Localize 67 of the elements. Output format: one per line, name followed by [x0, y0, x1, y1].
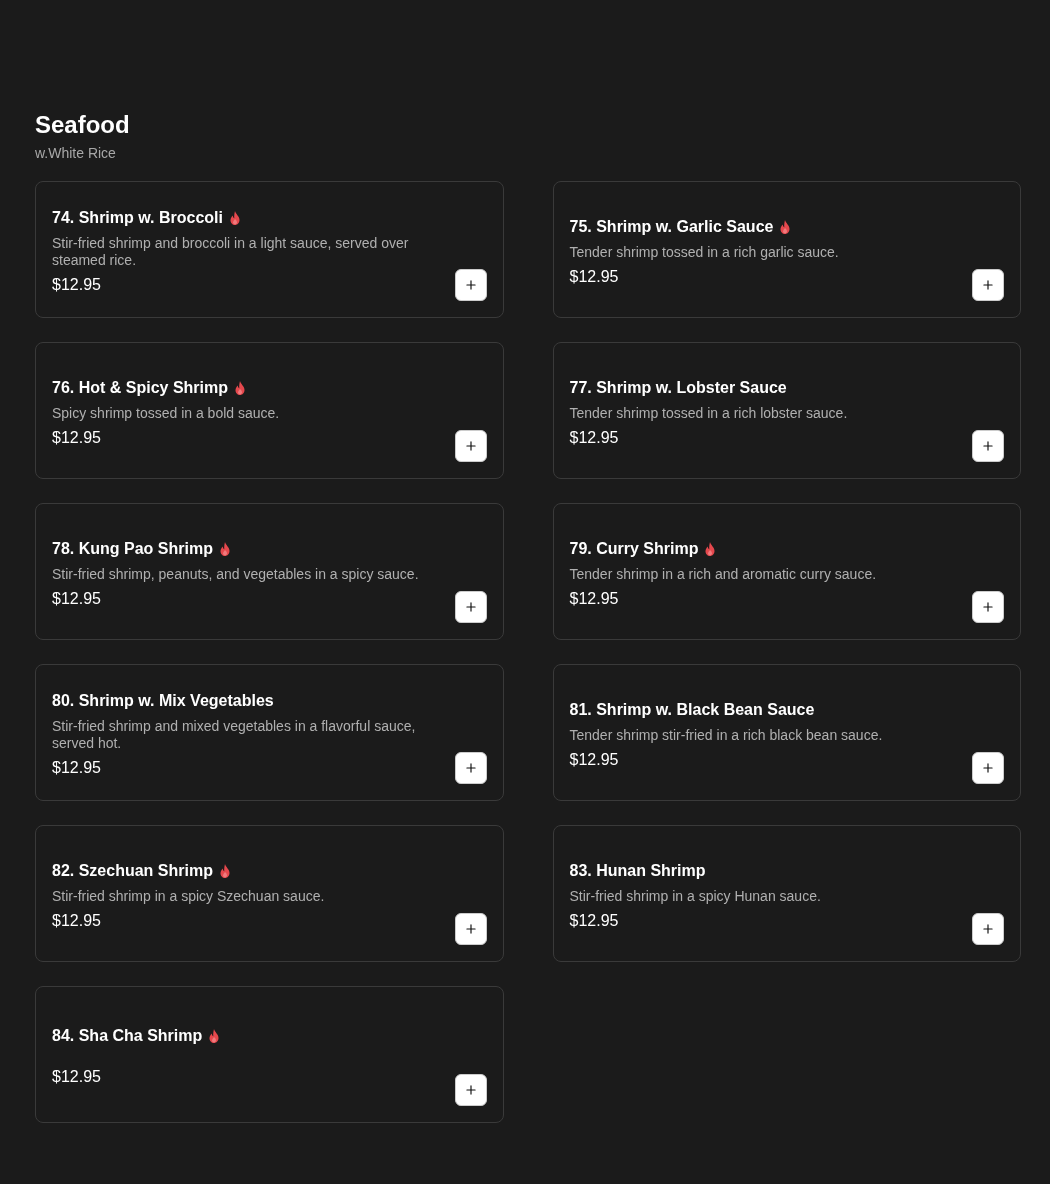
menu-item-card[interactable]: 84. Sha Cha Shrimp $12.95 — [35, 986, 504, 1123]
plus-icon — [463, 439, 478, 453]
plus-icon — [981, 761, 995, 775]
plus-icon — [981, 600, 995, 614]
plus-icon — [463, 278, 478, 292]
add-button[interactable] — [454, 269, 487, 301]
item-name: 78. Kung Pao Shrimp — [52, 538, 213, 559]
add-button[interactable] — [972, 269, 1004, 301]
item-price: $12.95 — [52, 427, 101, 448]
add-button[interactable] — [972, 913, 1004, 945]
item-name: 75. Shrimp w. Garlic Sauce — [569, 216, 774, 237]
menu-item-card[interactable]: 75. Shrimp w. Garlic Sauce Tender shrimp tossed in a rich garlic sauce. $12.95 — [552, 181, 1021, 318]
item-name: 76. Hot & Spicy Shrimp — [52, 377, 229, 398]
menu-item-card[interactable]: 74. Shrimp w. Broccoli Stir-fried shrimp and broccoli in a light sauce, served over steamed rice. $12.95 — [35, 181, 504, 318]
menu-item-card[interactable]: 77. Shrimp w. Lobster Sauce Tender shrimp tossed in a rich lobster sauce. $12.95 — [552, 342, 1021, 479]
plus-icon — [463, 922, 478, 936]
item-name: 74. Shrimp w. Broccoli — [52, 208, 223, 228]
add-button[interactable] — [454, 752, 487, 784]
item-name: 77. Shrimp w. Lobster Sauce — [569, 377, 787, 398]
item-description: Tender shrimp tossed in a rich garlic sauce. — [569, 243, 840, 261]
menu-item-card[interactable]: 81. Shrimp w. Black Bean Sauce Tender shrimp stir-fried in a rich black bean sauce. $12.95 — [552, 664, 1021, 801]
menu-item-card[interactable]: 78. Kung Pao Shrimp Stir-fried shrimp, peanuts, and vegetables in a spicy sauce. $12.95 — [35, 503, 504, 640]
menu-item-card[interactable]: 76. Hot & Spicy Shrimp Spicy shrimp tossed in a bold sauce. $12.95 — [35, 342, 504, 479]
item-name: 80. Shrimp w. Mix Vegetables — [52, 691, 274, 711]
add-button[interactable] — [972, 752, 1004, 784]
item-name: 81. Shrimp w. Black Bean Sauce — [569, 699, 815, 720]
plus-icon — [463, 600, 478, 614]
item-description: Stir-fried shrimp in a spicy Hunan sauce. — [569, 887, 822, 905]
menu-item-card[interactable]: 82. Szechuan Shrimp Stir-fried shrimp in a spicy Szechuan sauce. $12.95 — [35, 825, 504, 962]
item-name: 79. Curry Shrimp — [569, 538, 699, 559]
item-price: $12.95 — [52, 588, 101, 609]
section-subtitle: w.White Rice — [35, 144, 116, 163]
add-button[interactable] — [454, 913, 487, 945]
add-button[interactable] — [972, 591, 1004, 623]
plus-icon — [981, 439, 995, 453]
item-price: $12.95 — [569, 266, 619, 287]
item-price: $12.95 — [52, 275, 101, 295]
menu-item-card[interactable]: 80. Shrimp w. Mix Vegetables Stir-fried shrimp and mixed vegetables in a flavorful sauce, served hot. $12.95 — [35, 664, 504, 801]
plus-icon — [463, 1083, 478, 1097]
add-button[interactable] — [454, 1074, 487, 1106]
item-description: Tender shrimp stir-fried in a rich black bean sauce. — [569, 726, 884, 744]
plus-icon — [463, 761, 478, 775]
item-description: Tender shrimp in a rich and aromatic curry sauce. — [569, 565, 878, 583]
plus-icon — [981, 922, 995, 936]
menu-item-card[interactable]: 79. Curry Shrimp Tender shrimp in a rich and aromatic curry sauce. $12.95 — [552, 503, 1021, 640]
item-name: 83. Hunan Shrimp — [569, 860, 706, 881]
item-name: 82. Szechuan Shrimp — [52, 860, 213, 881]
item-description: Stir-fried shrimp, peanuts, and vegetables in a spicy sauce. — [52, 565, 420, 583]
item-price: $12.95 — [569, 749, 619, 770]
item-description: Tender shrimp tossed in a rich lobster sauce. — [569, 404, 849, 422]
item-price: $12.95 — [569, 910, 619, 931]
item-description: Stir-fried shrimp and mixed vegetables in a flavorful sauce, served hot. — [52, 718, 417, 752]
item-name: 84. Sha Cha Shrimp — [52, 1026, 203, 1046]
item-description: Stir-fried shrimp and broccoli in a light sauce, served over steamed rice. — [52, 235, 410, 269]
item-description: Stir-fried shrimp in a spicy Szechuan sauce. — [52, 887, 326, 905]
add-button[interactable] — [454, 591, 487, 623]
plus-icon — [981, 278, 995, 292]
item-price: $12.95 — [52, 910, 101, 931]
section-title: Seafood — [35, 110, 130, 140]
item-price: $12.95 — [52, 1067, 101, 1087]
menu-item-card[interactable]: 83. Hunan Shrimp Stir-fried shrimp in a spicy Hunan sauce. $12.95 — [552, 825, 1021, 962]
item-price: $12.95 — [569, 588, 619, 609]
item-price: $12.95 — [52, 758, 101, 778]
item-price: $12.95 — [569, 427, 619, 448]
add-button[interactable] — [972, 430, 1004, 462]
add-button[interactable] — [454, 430, 487, 462]
item-description: Spicy shrimp tossed in a bold sauce. — [52, 404, 281, 422]
